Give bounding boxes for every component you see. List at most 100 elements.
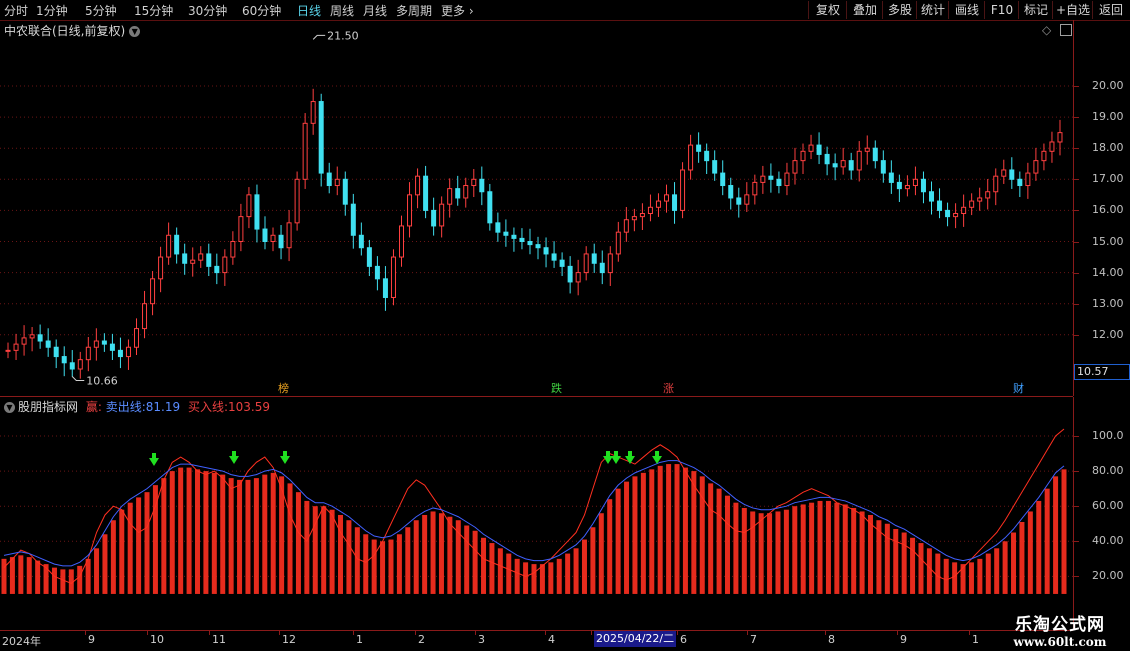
date-label: 9 [88,633,95,646]
multi-stock-button[interactable]: 多股 [882,1,917,19]
event-marker-zhang[interactable]: 涨 [662,380,675,396]
candle-body [792,160,798,174]
candle-body [407,194,413,227]
candle-body [399,225,404,258]
candle-body [190,259,196,264]
price-tick-mark [1074,210,1079,212]
period-tab-1min[interactable]: 1分钟 [36,2,68,19]
price-chart[interactable]: 21.50 10.66 [0,20,1073,396]
candle-body [704,150,710,162]
date-separator [415,631,416,635]
indicator-bar [186,467,192,594]
indicator-bar [430,511,436,594]
candle-body [519,237,525,242]
indicator-bar [161,478,167,594]
indicator-bar [935,553,941,594]
date-label: 12 [282,633,296,646]
indicator-bar [884,523,890,594]
period-tab-fenshi[interactable]: 分时 [4,2,28,19]
price-tick-label: 12.00 [1092,327,1124,341]
event-marker-die[interactable]: 跌 [550,380,563,396]
statistics-button[interactable]: 统计 [916,1,949,19]
indicator-bar [110,520,116,594]
period-tab-multi[interactable]: 多周期 [396,2,432,19]
add-watchlist-button[interactable]: +自选 [1052,1,1093,19]
candle-body [888,172,894,183]
candle-body [760,175,766,183]
indicator-bar [842,504,848,594]
sell-signal-arrow [149,453,159,466]
candle-body [294,178,300,224]
event-marker-bang[interactable]: 榜 [277,380,290,396]
price-tick-mark [1074,86,1079,87]
candle-body [872,147,878,162]
indicator-bar [1002,541,1008,594]
candle-body [117,349,123,358]
period-tab-daily[interactable]: 日线 [297,2,321,19]
back-button[interactable]: 返回 [1092,1,1129,19]
event-marker-cai[interactable]: 财 [1012,380,1025,396]
candle-body [824,153,830,165]
candle-body [342,178,348,205]
indicator-bar [363,534,369,594]
candle-body [1025,172,1031,187]
date-separator [591,631,592,635]
f10-button[interactable]: F10 [984,1,1019,19]
indicator-bar [35,560,41,594]
period-tab-weekly[interactable]: 周线 [330,2,354,19]
indicator-bar [825,500,831,594]
period-tab-5min[interactable]: 5分钟 [85,2,117,19]
candle-body [447,188,453,205]
indicator-bar [262,474,268,594]
period-toolbar: 分时 1分钟 5分钟 15分钟 30分钟 60分钟 日线 周线 月线 多周期 更… [0,0,1130,21]
period-tab-more[interactable]: 更多 › [441,2,474,19]
indicator-bar [413,520,419,594]
candle-body [158,256,164,280]
candle-body [1017,178,1023,187]
date-separator [545,631,546,635]
indicator-bar [329,509,335,594]
overlay-button[interactable]: 叠加 [846,1,883,19]
candle-body [559,259,565,267]
period-tab-monthly[interactable]: 月线 [363,2,387,19]
indicator-bar [607,499,613,594]
price-tick-mark [1074,334,1079,336]
candle-body [423,175,429,211]
mark-button[interactable]: 标记 [1018,1,1053,19]
candle-body [599,262,605,274]
candle-body [455,188,461,199]
fuquan-button[interactable]: 复权 [808,1,847,19]
indicator-bar [851,507,857,594]
indicator-bar [910,537,916,594]
date-separator [475,631,476,635]
indicator-bar [136,497,142,594]
period-tab-30min[interactable]: 30分钟 [188,2,227,19]
indicator-bar [800,504,806,594]
draw-line-button[interactable]: 画线 [948,1,985,19]
indicator-axis: 100.0 80.00 60.00 40.00 20.00 [1073,397,1130,630]
date-separator [209,631,210,635]
candle-body [1009,169,1015,180]
candle-body [415,175,421,196]
indicator-tick-label: 60.00 [1092,499,1124,513]
indicator-bar [287,483,293,594]
period-tab-15min[interactable]: 15分钟 [134,2,173,19]
candle-body [880,160,886,174]
indicator-chart[interactable] [0,397,1073,630]
candle-body [591,253,597,264]
indicator-bar [859,511,865,594]
candle-body [655,200,661,208]
candle-body [93,340,99,348]
sell-signal-arrow [280,451,290,464]
indicator-bar [868,514,874,594]
indicator-bar [1,558,7,594]
indicator-tick-label: 40.00 [1092,534,1124,548]
candle-body [768,175,774,180]
indicator-bar [9,557,15,594]
period-tab-60min[interactable]: 60分钟 [242,2,281,19]
candle-body [270,234,276,242]
indicator-bar [26,557,32,594]
candle-body [390,256,396,298]
candle-body [800,150,806,162]
indicator-bar [338,514,344,594]
